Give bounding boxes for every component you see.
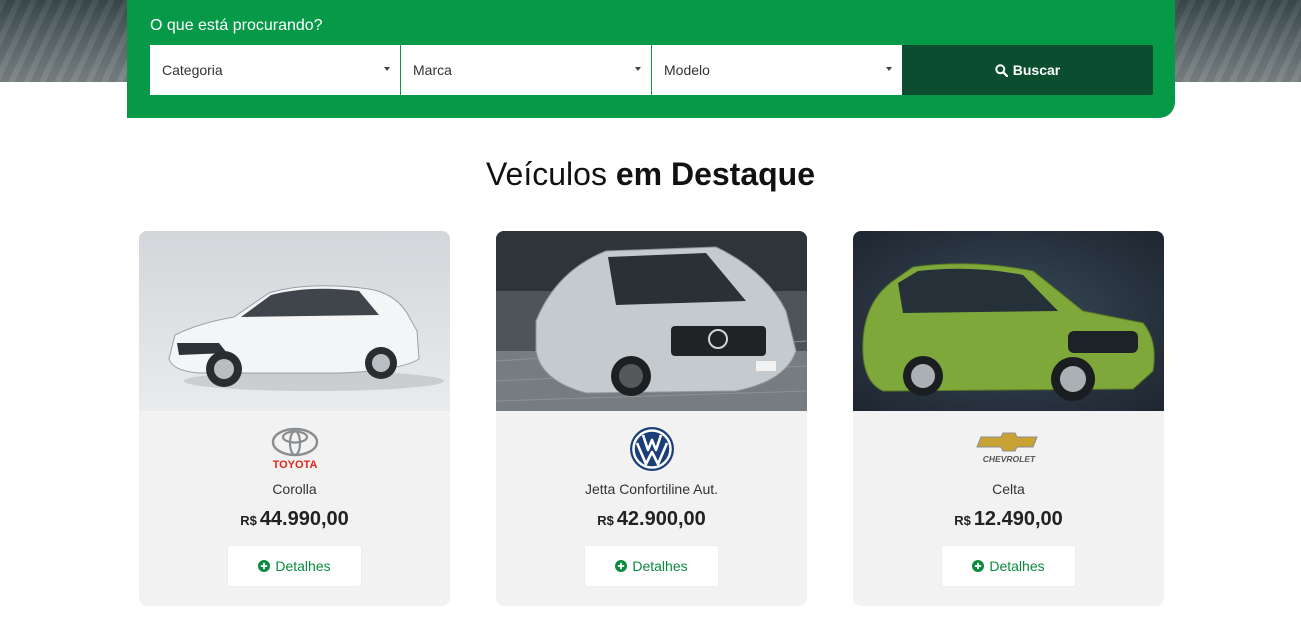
model-select-value: Modelo — [664, 62, 710, 78]
section-title: Veículos em Destaque — [0, 156, 1301, 193]
plus-circle-icon — [258, 560, 271, 572]
vehicle-price: R$ 44.990,00 — [139, 508, 450, 531]
price-currency: R$ — [240, 513, 257, 528]
price-currency: R$ — [954, 513, 971, 528]
price-value: 12.490,00 — [973, 508, 1063, 530]
search-button-label: Buscar — [1012, 62, 1061, 78]
price-value: 44.990,00 — [259, 508, 349, 530]
chevron-down-icon — [886, 67, 892, 71]
search-button[interactable]: Buscar — [902, 45, 1153, 95]
model-select[interactable]: Modelo — [652, 45, 902, 95]
price-value: 42.900,00 — [616, 508, 706, 530]
chevrolet-logo-icon: CHEVROLET — [975, 432, 1038, 464]
vehicle-model: Corolla — [272, 481, 317, 497]
vehicle-price: R$ 42.900,00 — [496, 508, 807, 531]
search-icon — [995, 63, 1008, 77]
section-title-light: Veículos — [485, 156, 616, 192]
plus-circle-icon — [972, 560, 985, 572]
category-select-value: Categoria — [162, 62, 223, 78]
details-button[interactable]: Detalhes — [584, 545, 719, 587]
toyota-logo-icon: TOYOTA — [271, 427, 318, 471]
category-select[interactable]: Categoria — [150, 45, 400, 95]
brand-logo — [496, 426, 807, 472]
details-button-label: Detalhes — [989, 558, 1045, 574]
details-button[interactable]: Detalhes — [227, 545, 362, 587]
details-button[interactable]: Detalhes — [941, 545, 1076, 587]
chevron-down-icon — [635, 67, 641, 71]
chevrolet-logo-text: CHEVROLET — [982, 454, 1035, 464]
brand-logo: TOYOTA — [139, 426, 450, 472]
vehicle-photo[interactable] — [496, 231, 807, 411]
details-button-label: Detalhes — [632, 558, 688, 574]
volkswagen-logo-icon — [629, 427, 674, 471]
vehicle-photo[interactable] — [139, 231, 450, 411]
vehicle-card: TOYOTA Corolla R$ 44.990,00 Detalhes — [139, 231, 450, 606]
vehicle-card: Jetta Confortiline Aut. R$ 42.900,00 Deta… — [496, 231, 807, 606]
toyota-logo-text: TOYOTA — [272, 459, 317, 471]
brand-select-value: Marca — [413, 62, 452, 78]
brand-logo: CHEVROLET — [853, 426, 1164, 472]
vehicle-price: R$ 12.490,00 — [853, 508, 1164, 531]
vehicle-model: Jetta Confortiline Aut. — [584, 481, 719, 497]
vehicle-photo[interactable] — [853, 231, 1164, 411]
price-currency: R$ — [597, 513, 614, 528]
brand-select[interactable]: Marca — [401, 45, 651, 95]
details-button-label: Detalhes — [275, 558, 331, 574]
search-panel: O que está procurando? Categoria Marca M… — [127, 0, 1175, 118]
section-title-bold: em Destaque — [615, 156, 816, 192]
chevron-down-icon — [384, 67, 390, 71]
vehicle-model: Celta — [992, 481, 1025, 497]
plus-circle-icon — [615, 560, 628, 572]
search-title: O que está procurando? — [150, 17, 323, 34]
vehicle-card: CHEVROLET Celta R$ 12.490,00 Detalhes — [853, 231, 1164, 606]
